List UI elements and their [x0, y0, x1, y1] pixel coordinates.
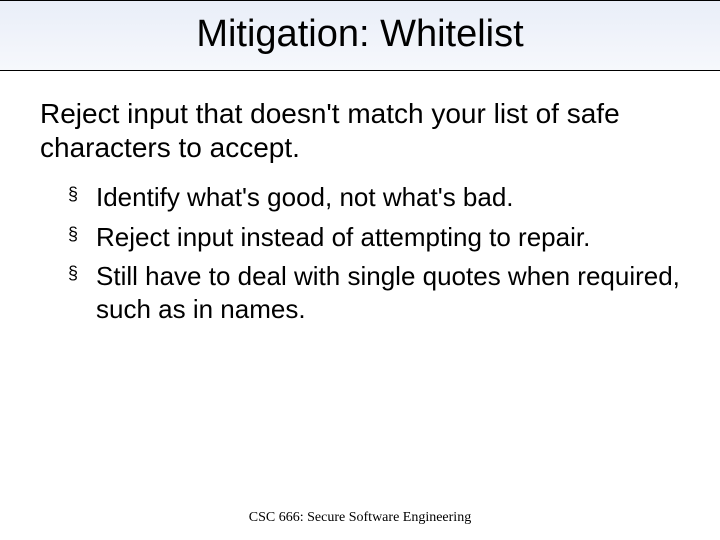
slide-body: Reject input that doesn't match your lis… [0, 71, 720, 326]
title-band: Mitigation: Whitelist [0, 0, 720, 71]
list-item-text: Reject input instead of attempting to re… [96, 222, 590, 252]
bullet-marker-icon: § [68, 262, 78, 285]
bullet-marker-icon: § [68, 183, 78, 206]
slide: Mitigation: Whitelist Reject input that … [0, 0, 720, 540]
slide-footer: CSC 666: Secure Software Engineering [0, 510, 720, 526]
list-item: § Reject input instead of attempting to … [68, 221, 680, 254]
list-item-text: Identify what's good, not what's bad. [96, 182, 514, 212]
list-item-text: Still have to deal with single quotes wh… [96, 261, 680, 324]
bullet-list: § Identify what's good, not what's bad. … [40, 181, 680, 326]
bullet-marker-icon: § [68, 223, 78, 246]
list-item: § Still have to deal with single quotes … [68, 260, 680, 327]
list-item: § Identify what's good, not what's bad. [68, 181, 680, 214]
lead-paragraph: Reject input that doesn't match your lis… [40, 97, 680, 165]
slide-title: Mitigation: Whitelist [0, 13, 720, 56]
